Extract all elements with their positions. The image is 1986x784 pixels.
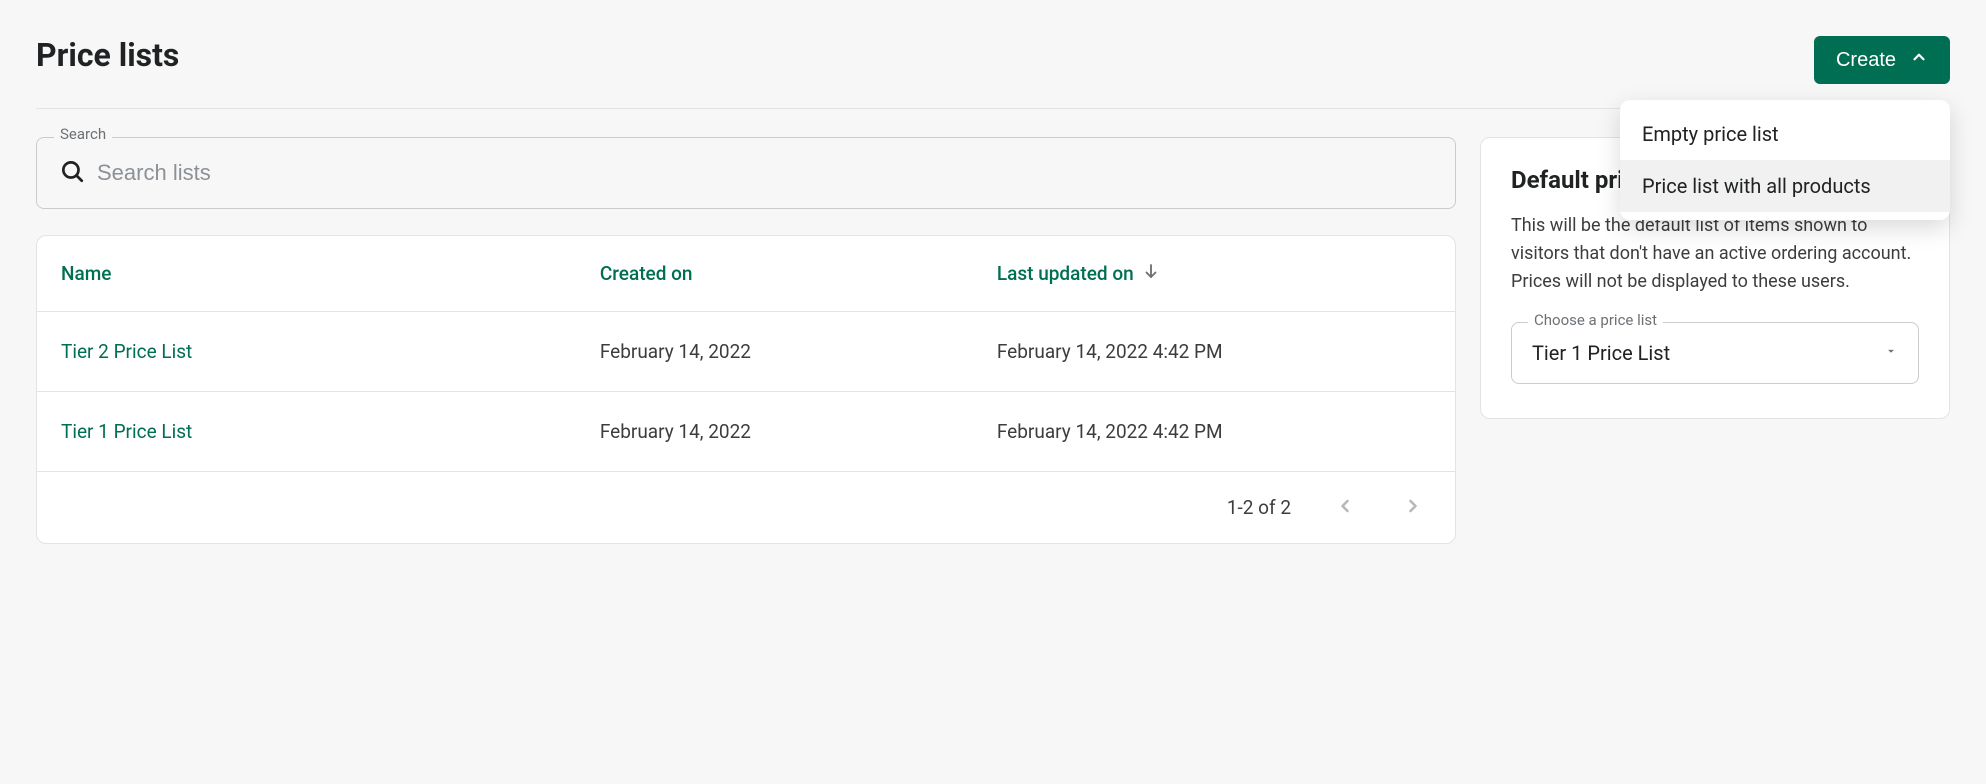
- create-button-label: Create: [1836, 49, 1896, 72]
- dropdown-item-all-products[interactable]: Price list with all products: [1620, 160, 1950, 212]
- search-icon: [59, 158, 85, 188]
- column-header-created-on[interactable]: Created on: [576, 236, 973, 311]
- create-dropdown: Empty price list Price list with all pro…: [1620, 100, 1950, 220]
- select-legend: Choose a price list: [1528, 311, 1663, 329]
- caret-down-icon: [1884, 343, 1898, 362]
- cell-updated-on: February 14, 2022 4:42 PM: [973, 392, 1455, 471]
- table-row[interactable]: Tier 1 Price List February 14, 2022 Febr…: [37, 392, 1455, 472]
- chevron-left-icon: [1335, 496, 1355, 519]
- price-lists-table: Name Created on Last updated on Tier 2 P…: [36, 235, 1456, 544]
- select-value: Tier 1 Price List: [1532, 341, 1670, 365]
- chevron-up-icon: [1910, 48, 1928, 72]
- dropdown-item-empty-price-list[interactable]: Empty price list: [1620, 108, 1950, 160]
- sort-descending-icon: [1142, 262, 1160, 285]
- default-price-list-select[interactable]: Choose a price list Tier 1 Price List: [1511, 322, 1919, 384]
- cell-created-on: February 14, 2022: [576, 392, 973, 471]
- default-price-list-description: This will be the default list of items s…: [1511, 212, 1919, 296]
- cell-created-on: February 14, 2022: [576, 312, 973, 391]
- search-input[interactable]: [97, 160, 1433, 186]
- pagination-next-button[interactable]: [1399, 492, 1427, 523]
- create-button[interactable]: Create: [1814, 36, 1950, 84]
- search-legend: Search: [54, 125, 112, 143]
- pagination-text: 1-2 of 2: [1227, 496, 1291, 519]
- page-title: Price lists: [36, 36, 179, 74]
- pagination: 1-2 of 2: [37, 472, 1455, 543]
- price-list-name-link[interactable]: Tier 2 Price List: [37, 312, 576, 391]
- chevron-right-icon: [1403, 496, 1423, 519]
- cell-updated-on: February 14, 2022 4:42 PM: [973, 312, 1455, 391]
- column-header-name[interactable]: Name: [37, 236, 576, 311]
- column-header-last-updated-on[interactable]: Last updated on: [973, 236, 1455, 311]
- search-field-wrapper: Search: [36, 137, 1456, 209]
- table-row[interactable]: Tier 2 Price List February 14, 2022 Febr…: [37, 312, 1455, 392]
- pagination-prev-button[interactable]: [1331, 492, 1359, 523]
- price-list-name-link[interactable]: Tier 1 Price List: [37, 392, 576, 471]
